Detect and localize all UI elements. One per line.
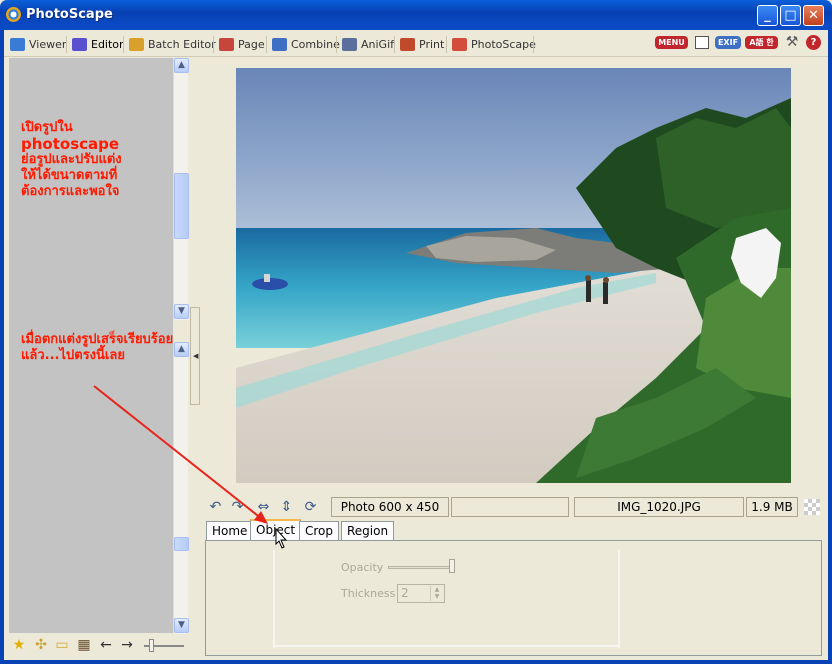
annotation-arrow bbox=[93, 385, 268, 524]
mouse-cursor-icon bbox=[275, 528, 288, 549]
